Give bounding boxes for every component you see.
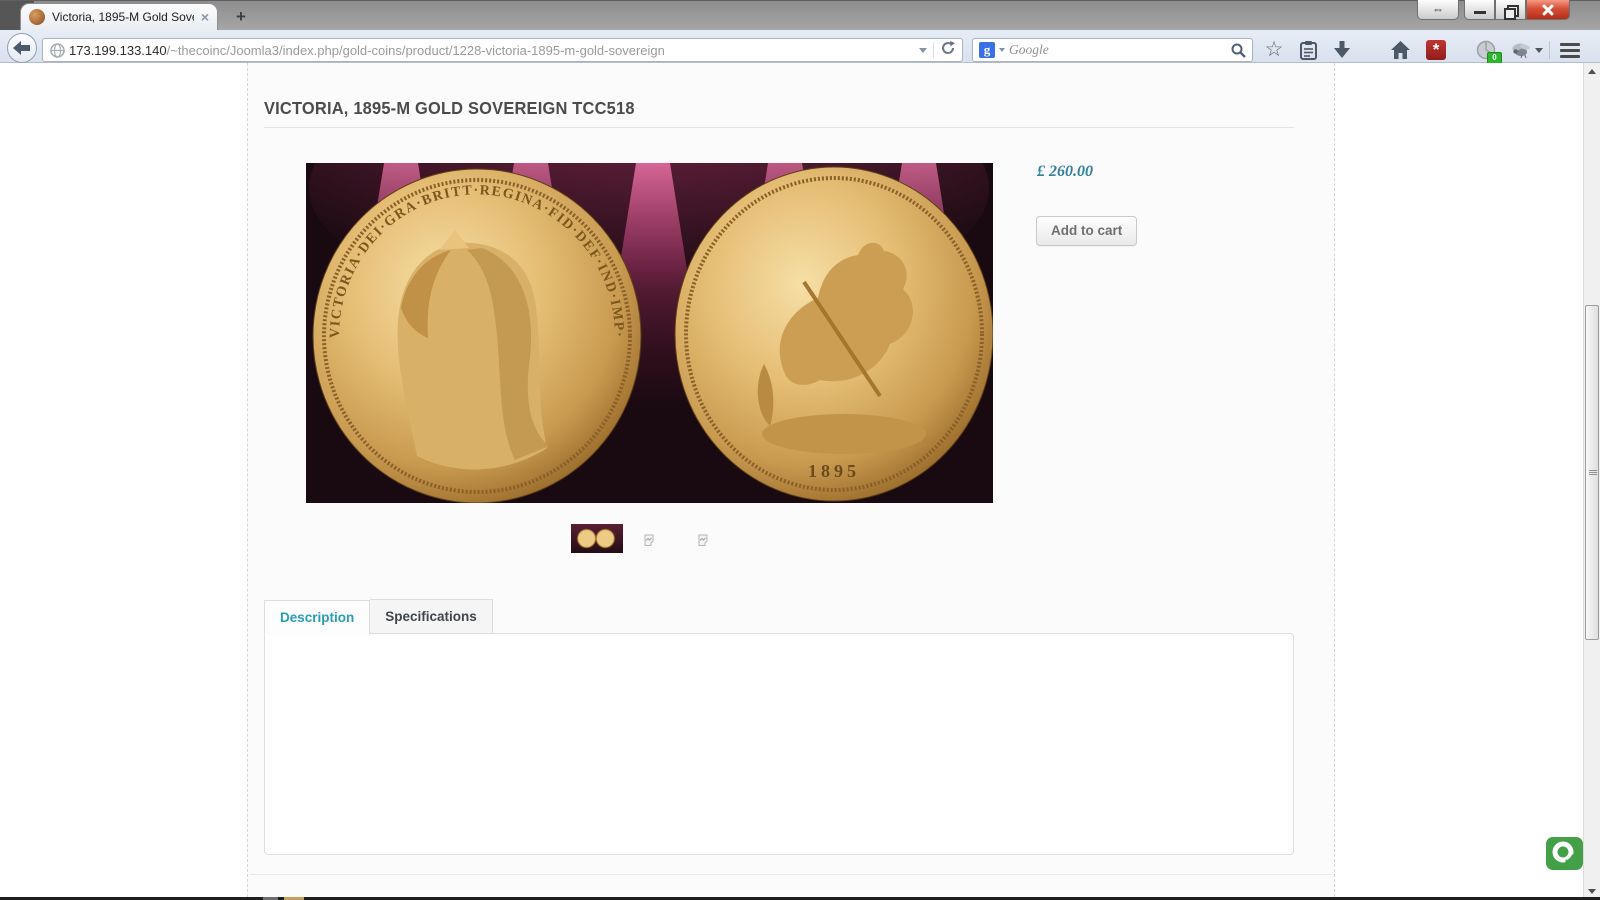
content-right-dashed-border [1334, 63, 1335, 897]
url-bar[interactable]: 173.199.133.140/~thecoinc/Joomla3/index.… [42, 38, 963, 62]
tab-title: Victoria, 1895-M Gold Sove... [52, 10, 194, 24]
tab-close-icon[interactable]: × [201, 10, 209, 24]
tab-specifications[interactable]: Specifications [370, 599, 493, 634]
download-arrow-icon [1334, 41, 1350, 58]
new-tab-button[interactable]: + [226, 7, 256, 27]
home-button[interactable] [1388, 38, 1412, 62]
bottom-divider [250, 874, 1332, 875]
search-input[interactable]: Google [1009, 42, 1227, 58]
coin-reverse: 1895 [674, 166, 993, 502]
url-dropdown-icon[interactable] [919, 47, 927, 53]
toolbar-divider [1549, 41, 1550, 59]
search-bar[interactable]: g Google [972, 38, 1253, 62]
product-thumbnail[interactable] [571, 524, 623, 553]
coin-year-text: 1895 [808, 461, 860, 481]
menu-button[interactable] [1556, 38, 1584, 62]
star-icon: ☆ [1264, 38, 1284, 61]
broken-image-icon[interactable] [644, 533, 654, 546]
lastpass-extension-button[interactable]: * [1424, 38, 1448, 62]
adblock-extension-button[interactable]: 0 [1474, 38, 1502, 64]
chevron-down-icon [1535, 47, 1543, 53]
hamburger-menu-icon [1560, 42, 1580, 58]
content-inner: VICTORIA, 1895-M GOLD SOVEREIGN TCC518 V… [248, 63, 1334, 897]
fly-icon [1512, 43, 1530, 58]
site-favicon-coin-icon [29, 9, 45, 25]
reload-button[interactable] [941, 40, 955, 60]
search-engine-dropdown-icon[interactable] [999, 48, 1005, 52]
extension-overflow-button[interactable] [1532, 38, 1546, 62]
show-bookmarks-button[interactable] [1296, 38, 1320, 62]
minimize-icon [1474, 11, 1486, 14]
bookmark-star-button[interactable]: ☆ [1262, 38, 1286, 62]
product-image-coins[interactable]: VICTORIA·DEI·GRA·BRITT·REGINA·FID·DEF·IN… [306, 163, 993, 503]
lastpass-asterisk-icon: * [1426, 40, 1446, 60]
back-button[interactable] [7, 33, 37, 63]
scroll-up-button[interactable] [1584, 63, 1600, 80]
search-engine-icon[interactable]: g [979, 42, 995, 58]
scrollbar-thumb[interactable] [1585, 305, 1599, 640]
search-icon[interactable] [1231, 43, 1246, 58]
url-path: /~thecoinc/Joomla3/index.php/gold-coins/… [166, 42, 665, 58]
chat-bubble-icon [1546, 837, 1583, 870]
window-resize-button[interactable]: ⇔ [1417, 0, 1459, 20]
coin-obverse: VICTORIA·DEI·GRA·BRITT·REGINA·FID·DEF·IN… [312, 168, 642, 503]
minimize-button[interactable] [1464, 0, 1495, 20]
reload-icon [942, 40, 955, 54]
tab-description[interactable]: Description [264, 600, 371, 635]
url-text[interactable]: 173.199.133.140/~thecoinc/Joomla3/index.… [69, 43, 913, 58]
scrollbar-grip [1589, 469, 1597, 476]
url-host: 173.199.133.140 [69, 42, 167, 58]
page-viewport: VICTORIA, 1895-M GOLD SOVEREIGN TCC518 V… [0, 63, 1583, 897]
title-divider [264, 127, 1294, 128]
back-arrow-icon [13, 41, 30, 55]
privacy-extension-button[interactable] [1508, 38, 1532, 62]
globe-icon [50, 43, 65, 58]
downloads-button[interactable] [1330, 38, 1354, 62]
url-divider [933, 42, 934, 58]
home-icon [1390, 41, 1410, 59]
description-panel [264, 633, 1294, 855]
add-to-cart-button[interactable]: Add to cart [1036, 216, 1138, 246]
browser-tab[interactable]: Victoria, 1895-M Gold Sove... × [20, 3, 218, 30]
window-controls [1464, 0, 1570, 20]
product-price: £ 260.00 [1037, 163, 1093, 180]
page-title: VICTORIA, 1895-M GOLD SOVEREIGN TCC518 [264, 98, 635, 118]
close-window-button[interactable] [1526, 0, 1570, 20]
scroll-down-icon [1588, 889, 1596, 894]
restore-icon-back [1504, 8, 1516, 20]
restore-button[interactable] [1495, 0, 1526, 20]
bookmarks-clipboard-icon [1299, 40, 1317, 60]
vertical-scrollbar[interactable] [1583, 63, 1600, 900]
scroll-up-icon [1588, 69, 1596, 74]
product-tabs: Description Specifications [264, 599, 493, 635]
chat-widget-button[interactable] [1546, 837, 1583, 870]
broken-image-icon[interactable] [698, 533, 708, 546]
